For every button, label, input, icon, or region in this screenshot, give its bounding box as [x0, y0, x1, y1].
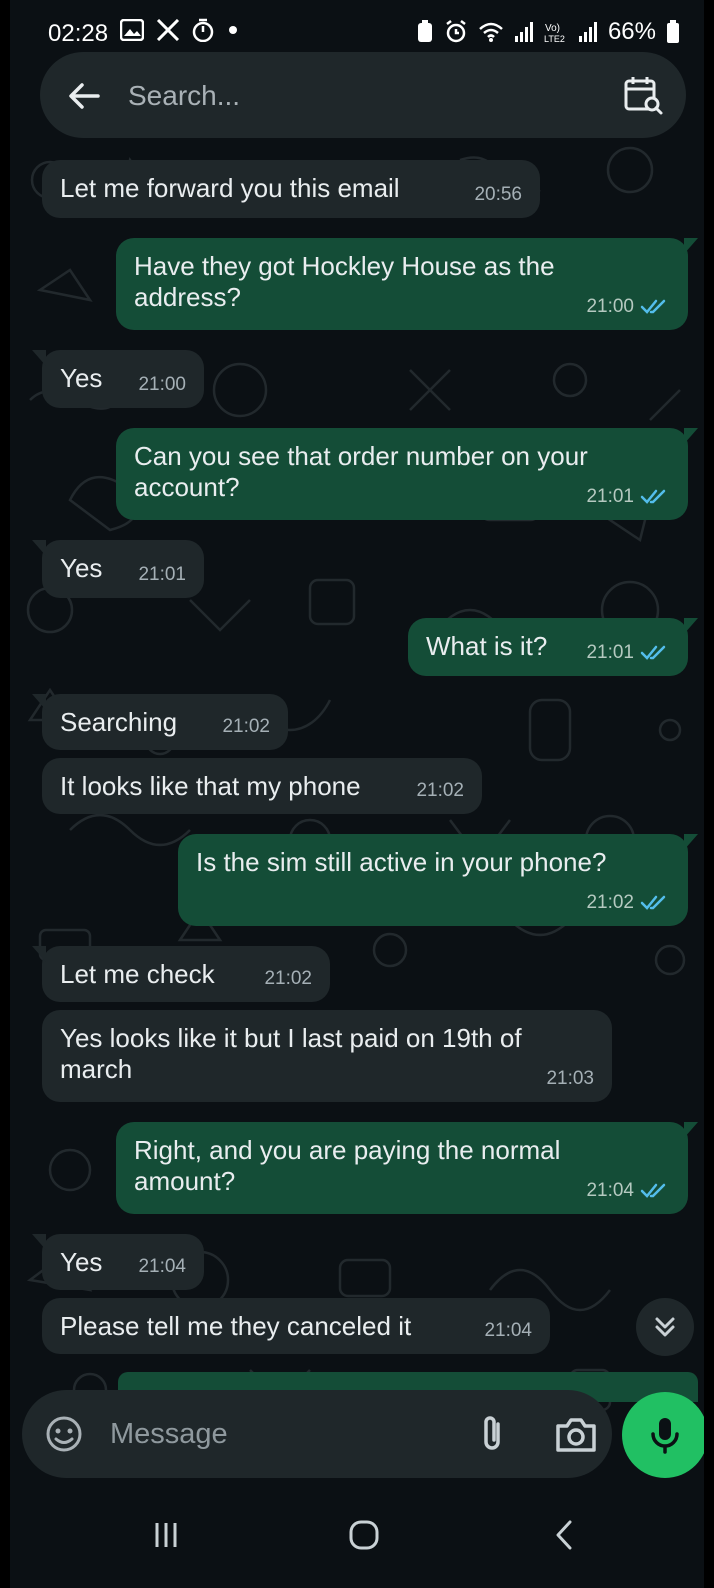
bubble-tail: [32, 540, 46, 556]
message-outgoing[interactable]: Right, and you are paying the normal amo…: [116, 1122, 698, 1214]
message-incoming[interactable]: Yes looks like it but I last paid on 19t…: [42, 1010, 612, 1102]
status-left-icons: [120, 18, 240, 42]
message-outgoing[interactable]: Can you see that order number on your ac…: [116, 428, 698, 520]
message-incoming[interactable]: Let me forward you this email 20:56: [42, 160, 540, 218]
message-incoming[interactable]: Please tell me they canceled it 21:04: [42, 1298, 550, 1354]
double-chevron-down-icon: [655, 1317, 675, 1337]
gallery-icon: [120, 19, 144, 41]
volte-icon: Vo)LTE2: [544, 23, 565, 43]
message-time: 21:00: [138, 374, 186, 395]
message-time: 21:01: [586, 642, 634, 663]
message-time: 21:02: [586, 892, 634, 913]
message-time: 21:01: [586, 486, 634, 507]
battery-icon: [667, 20, 679, 43]
message-time: 21:02: [264, 968, 312, 989]
message-outgoing[interactable]: Have they got Hockley House as the addre…: [116, 238, 698, 330]
voice-message-button[interactable]: [622, 1392, 704, 1478]
message-time: 21:04: [484, 1320, 532, 1341]
message-time: 20:56: [474, 184, 522, 205]
signal-icon: [514, 22, 533, 42]
bubble-tail: [32, 946, 46, 962]
bubble-tail: [684, 428, 698, 444]
message-incoming[interactable]: It looks like that my phone 21:02: [42, 758, 482, 814]
status-right-icons: Vo) LTE2 66%: [416, 18, 680, 46]
scroll-to-bottom-button[interactable]: [636, 1298, 694, 1356]
home-icon: [349, 1520, 379, 1550]
signal-icon: [578, 22, 597, 42]
x-icon: [156, 19, 180, 41]
message-time: 21:03: [546, 1068, 594, 1089]
message-incoming[interactable]: Yes 21:01: [32, 540, 204, 598]
message-time: 21:02: [416, 780, 464, 801]
message-time: 21:02: [222, 716, 270, 737]
paperclip-icon[interactable]: [472, 1412, 512, 1456]
battery-saver-icon: [417, 20, 432, 42]
svg-text:Vo): Vo): [545, 23, 560, 34]
back-arrow-icon[interactable]: [64, 76, 104, 116]
bubble-tail: [32, 350, 46, 366]
wifi-icon: [479, 22, 503, 42]
message-incoming[interactable]: Yes 21:00: [32, 350, 204, 408]
timer-icon: [192, 18, 214, 42]
read-ticks-icon: [640, 299, 666, 314]
search-bar: [40, 52, 686, 138]
message-time: 21:04: [586, 1180, 634, 1201]
recent-apps-icon: [155, 1523, 177, 1547]
message-incoming[interactable]: Yes 21:04: [32, 1234, 204, 1290]
message-time: 21:04: [138, 1256, 186, 1277]
home-button[interactable]: [334, 1512, 394, 1558]
bubble-tail: [684, 618, 698, 634]
microphone-icon: [651, 1418, 679, 1454]
calendar-search-icon[interactable]: [622, 74, 664, 116]
message-time: 21:00: [586, 296, 634, 317]
bubble-tail: [684, 834, 698, 850]
recent-apps-button[interactable]: [136, 1512, 196, 1558]
read-ticks-icon: [640, 1183, 666, 1198]
message-incoming[interactable]: Searching 21:02: [32, 694, 288, 750]
back-button[interactable]: [534, 1512, 594, 1558]
message-outgoing[interactable]: Is the sim still active in your phone? 2…: [178, 834, 698, 926]
message-outgoing[interactable]: What is it? 21:01: [408, 618, 698, 676]
status-time: 02:28: [48, 20, 109, 47]
message-composer: [22, 1390, 612, 1478]
battery-percent: 66%: [607, 18, 656, 45]
message-input[interactable]: [110, 1412, 440, 1456]
alarm-icon: [446, 20, 466, 43]
dot-icon: [229, 26, 237, 34]
message-time: 21:01: [138, 564, 186, 585]
read-ticks-icon: [640, 645, 666, 660]
sticker-icon[interactable]: [44, 1414, 84, 1454]
bubble-tail: [684, 1122, 698, 1138]
bubble-tail: [684, 238, 698, 254]
camera-icon[interactable]: [554, 1414, 598, 1454]
message-incoming[interactable]: Let me check 21:02: [32, 946, 330, 1002]
chat-screen: 02:28 Vo)LTE2 66% Let me forward you thi…: [10, 0, 704, 1588]
read-ticks-icon: [640, 489, 666, 504]
search-input[interactable]: [128, 74, 578, 118]
svg-text:LTE2: LTE2: [544, 34, 565, 43]
back-chevron-icon: [556, 1520, 572, 1550]
bubble-tail: [32, 1234, 46, 1250]
bubble-tail: [32, 694, 46, 710]
system-nav-bar: [10, 1482, 704, 1588]
status-bar: 02:28 Vo) LTE2 66%: [10, 0, 704, 52]
read-ticks-icon: [640, 895, 666, 910]
